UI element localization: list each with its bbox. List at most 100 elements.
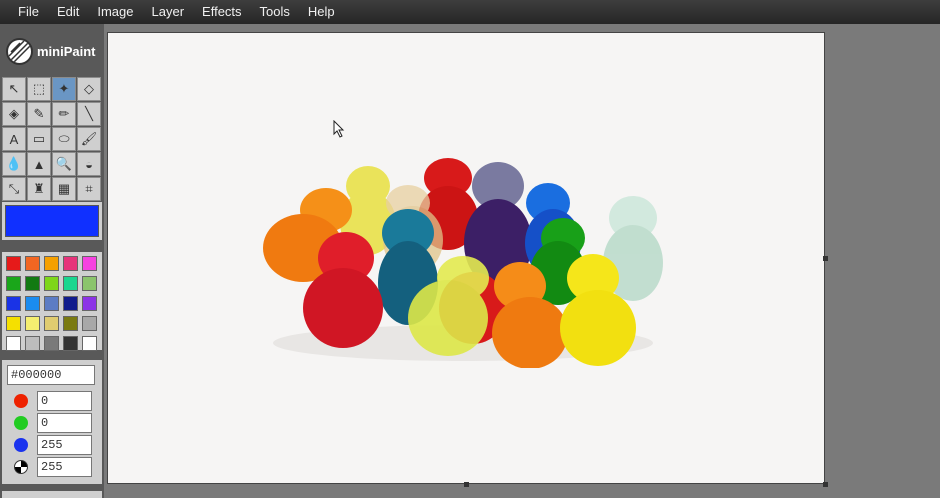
- palette-swatch[interactable]: [6, 276, 21, 291]
- app-title: miniPaint: [37, 44, 96, 59]
- palette-swatch[interactable]: [44, 296, 59, 311]
- app-logo: miniPaint: [6, 38, 96, 65]
- palette-swatch[interactable]: [82, 316, 97, 331]
- rectangle-tool-button[interactable]: ▭: [27, 127, 51, 151]
- green-row: [7, 412, 97, 433]
- blue-channel-icon: [14, 437, 28, 452]
- palette-swatch[interactable]: [82, 296, 97, 311]
- palette-swatch[interactable]: [82, 256, 97, 271]
- palette-swatch[interactable]: [25, 276, 40, 291]
- palette-swatch[interactable]: [63, 316, 78, 331]
- resize-handle-right[interactable]: [823, 256, 828, 261]
- eraser-icon: ◇: [84, 81, 94, 96]
- sharpen-icon: ▲: [32, 156, 46, 172]
- color-picker-panel: [2, 360, 102, 484]
- ellipse-tool-button[interactable]: ⬭: [52, 127, 76, 151]
- blur-tool-button[interactable]: 💧: [2, 152, 26, 176]
- crop-icon: ⌗: [85, 181, 93, 196]
- palette-swatch[interactable]: [25, 296, 40, 311]
- palette-swatch[interactable]: [44, 336, 59, 351]
- menu-edit[interactable]: Edit: [48, 0, 88, 24]
- magic-wand-icon: ✦: [58, 81, 70, 96]
- pencil-tool-button[interactable]: ✏: [52, 102, 76, 126]
- fill-bucket-tool-button[interactable]: ◈: [2, 102, 26, 126]
- sharpen-tool-button[interactable]: ▲: [27, 152, 51, 176]
- resize-handle-bottom[interactable]: [464, 482, 469, 487]
- rect-select-tool-button[interactable]: ⬚: [27, 77, 51, 101]
- menubar: File Edit Image Layer Effects Tools Help: [0, 0, 940, 24]
- palette-swatch[interactable]: [44, 256, 59, 271]
- red-input[interactable]: [37, 390, 92, 411]
- palette-swatch[interactable]: [82, 336, 97, 351]
- green-channel-icon: [14, 415, 28, 430]
- menu-layer[interactable]: Layer: [143, 0, 194, 24]
- ellipse-icon: ⬭: [58, 131, 70, 146]
- brush-tool-button[interactable]: 🖌: [77, 127, 101, 151]
- brush-icon: 🖌: [80, 131, 98, 146]
- menu-effects[interactable]: Effects: [193, 0, 251, 24]
- text-tool-button[interactable]: A: [2, 127, 26, 151]
- palette-swatch[interactable]: [25, 256, 40, 271]
- hex-color-input[interactable]: [7, 365, 95, 385]
- clone-icon: ♜: [33, 181, 45, 196]
- zoom-icon: 🔍: [55, 156, 73, 171]
- blur-icon: 💧: [5, 156, 23, 171]
- mouse-cursor-icon: [333, 120, 345, 138]
- menu-tools[interactable]: Tools: [251, 0, 299, 24]
- red-channel-icon: [14, 393, 28, 408]
- blue-row: [7, 434, 97, 455]
- sidebar: miniPaint ↖ ⬚ ✦ ◇ ◈ ✎ ✏ ╲ A ▭ ⬭ 🖌 💧 ▲ 🔍 ◒ ⤡ ♜ ▦ ⌗: [0, 24, 104, 498]
- alpha-row: [7, 456, 97, 477]
- resize-handle-corner[interactable]: [823, 482, 828, 487]
- bulge-tool-button[interactable]: ⤡: [2, 177, 26, 201]
- palette-swatch[interactable]: [6, 296, 21, 311]
- bulge-icon: ⤡: [8, 181, 20, 196]
- zoom-tool-button[interactable]: 🔍: [52, 152, 76, 176]
- eyedropper-icon: ✎: [33, 106, 45, 121]
- menu-help[interactable]: Help: [299, 0, 344, 24]
- menu-file[interactable]: File: [9, 0, 48, 24]
- magic-wand-tool-button[interactable]: ✦: [52, 77, 76, 101]
- color-palette: [2, 252, 102, 351]
- palette-swatch[interactable]: [63, 256, 78, 271]
- desaturate-tool-button[interactable]: ◒: [77, 152, 101, 176]
- palette-swatch[interactable]: [44, 316, 59, 331]
- toolbox: ↖ ⬚ ✦ ◇ ◈ ✎ ✏ ╲ A ▭ ⬭ 🖌 💧 ▲ 🔍 ◒ ⤡ ♜ ▦ ⌗: [2, 77, 103, 201]
- alpha-input[interactable]: [37, 456, 92, 477]
- palette-swatch[interactable]: [6, 316, 21, 331]
- palette-swatch[interactable]: [6, 256, 21, 271]
- minipaint-logo-icon: [6, 38, 33, 65]
- palette-swatch[interactable]: [25, 336, 40, 351]
- palette-swatch[interactable]: [63, 276, 78, 291]
- eraser-tool-button[interactable]: ◇: [77, 77, 101, 101]
- clone-tool-button[interactable]: ♜: [27, 177, 51, 201]
- crop-tool-button[interactable]: ⌗: [77, 177, 101, 201]
- current-color-panel: [2, 202, 102, 240]
- layers-panel-edge: [2, 491, 102, 498]
- palette-swatch[interactable]: [6, 336, 21, 351]
- select-tool-button[interactable]: ↖: [2, 77, 26, 101]
- line-tool-button[interactable]: ╲: [77, 102, 101, 126]
- palette-swatch[interactable]: [63, 336, 78, 351]
- eyedropper-tool-button[interactable]: ✎: [27, 102, 51, 126]
- palette-swatch[interactable]: [44, 276, 59, 291]
- gradient-icon: ▦: [57, 181, 71, 196]
- green-input[interactable]: [37, 412, 92, 433]
- current-color-swatch[interactable]: [5, 205, 99, 237]
- palette-swatch[interactable]: [63, 296, 78, 311]
- select-icon: ↖: [8, 81, 20, 96]
- rect-select-icon: ⬚: [32, 81, 46, 96]
- gummy-bears-image: [263, 158, 663, 368]
- gradient-tool-button[interactable]: ▦: [52, 177, 76, 201]
- desaturate-icon: ◒: [85, 156, 93, 172]
- palette-swatch[interactable]: [25, 316, 40, 331]
- text-icon: A: [9, 131, 19, 147]
- menu-image[interactable]: Image: [88, 0, 142, 24]
- drawing-canvas[interactable]: [107, 32, 825, 484]
- pencil-icon: ✏: [58, 106, 70, 121]
- blue-input[interactable]: [37, 434, 92, 455]
- line-icon: ╲: [85, 106, 93, 121]
- fill-bucket-icon: ◈: [9, 106, 19, 121]
- rectangle-icon: ▭: [32, 131, 46, 146]
- palette-swatch[interactable]: [82, 276, 97, 291]
